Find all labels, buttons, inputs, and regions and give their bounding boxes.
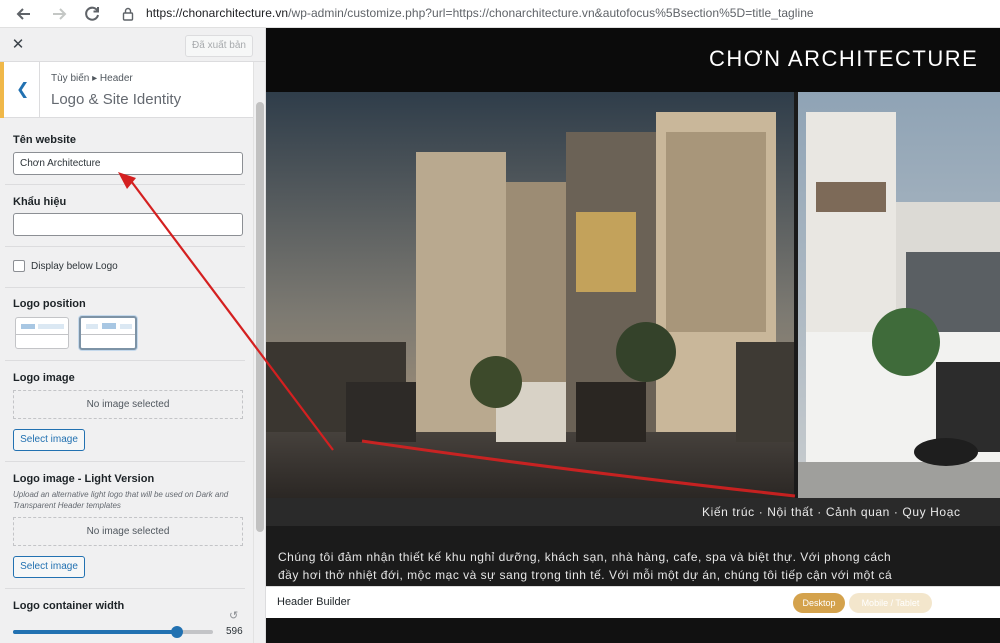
address-bar[interactable]: https://chonarchitecture.vn/wp-admin/cus… [146,6,814,20]
divider [5,184,245,185]
site-menu: Kiến trúc · Nội thất · Cảnh quan · Quy H… [266,498,1000,526]
sidebar-scrollbar[interactable] [253,62,265,643]
hero-image [266,92,1000,498]
header-builder-title: Header Builder [277,596,351,608]
url-host: https://chonarchitecture.vn [146,6,289,20]
intro-text: Chúng tôi đảm nhận thiết kế khu nghỉ dưỡ… [278,548,1000,584]
site-name-input[interactable]: Chơn Architecture [13,152,243,175]
section-header: ❮ Tùy biến ▸ Header Logo & Site Identity [0,62,253,118]
display-below-logo-label: Display below Logo [31,261,118,272]
container-width-slider[interactable] [13,626,213,638]
display-below-logo-checkbox[interactable] [13,260,25,272]
tagline-input[interactable] [13,213,243,236]
customizer-sidebar: ✕ Đã xuất bản ❮ Tùy biến ▸ Header Logo &… [0,28,266,643]
select-light-logo-button[interactable]: Select image [13,556,85,578]
intro-line-2: đầy hơi thở nhiệt đới, mộc mạc và sự san… [278,568,893,582]
desktop-button[interactable]: Desktop [793,593,845,613]
url-path: /wp-admin/customize.php?url=https://chon… [288,6,814,20]
section-title: Logo & Site Identity [51,91,182,108]
logo-position-center-option[interactable] [79,316,137,350]
reload-icon[interactable] [81,3,103,25]
logo-light-placeholder: No image selected [13,517,243,546]
slider-thumb[interactable] [171,626,183,638]
intro-line-1: Chúng tôi đảm nhận thiết kế khu nghỉ dưỡ… [278,550,892,564]
divider [5,461,245,462]
site-name-label: Tên website [13,134,76,146]
menu-items[interactable]: Kiến trúc · Nội thất · Cảnh quan · Quy H… [702,505,961,519]
divider [5,246,245,247]
chevron-left-icon: ❮ [16,81,30,98]
logo-light-label: Logo image - Light Version [13,473,155,485]
section-back-button[interactable]: ❮ [0,62,40,118]
slider-fill [13,630,177,634]
forward-arrow-icon[interactable] [48,3,70,25]
divider [5,287,245,288]
logo-position-label: Logo position [13,298,86,310]
mobile-tablet-button[interactable]: Mobile / Tablet [849,593,932,613]
logo-image-label: Logo image [13,372,75,384]
close-icon[interactable]: ✕ [8,35,28,55]
site-title[interactable]: CHƠN ARCHITECTURE [709,46,978,72]
logo-position-left-option[interactable] [15,317,69,349]
tagline-label: Khẩu hiệu [13,196,67,208]
select-logo-image-button[interactable]: Select image [13,429,85,451]
header-builder-bar: Header Builder Desktop Mobile / Tablet [266,586,1000,618]
browser-toolbar: https://chonarchitecture.vn/wp-admin/cus… [0,0,1000,28]
breadcrumb: Tùy biến ▸ Header [51,73,133,84]
divider [5,360,245,361]
reset-icon[interactable]: ↺ [229,609,238,622]
header-builder-area [266,618,1000,643]
lock-icon[interactable] [120,6,136,22]
publish-button[interactable]: Đã xuất bản [185,35,253,57]
logo-light-description: Upload an alternative light logo that wi… [13,490,229,510]
sidebar-header: ✕ Đã xuất bản [0,28,265,62]
scrollbar-thumb[interactable] [256,102,264,532]
back-arrow-icon[interactable] [13,3,35,25]
divider [5,588,245,589]
site-header: CHƠN ARCHITECTURE [266,28,1000,92]
container-width-label: Logo container width [13,600,125,612]
logo-image-placeholder: No image selected [13,390,243,419]
container-width-value: 596 [226,626,243,637]
site-preview: CHƠN ARCHITECTURE Kiến trúc · Nội thất ·… [266,28,1000,643]
